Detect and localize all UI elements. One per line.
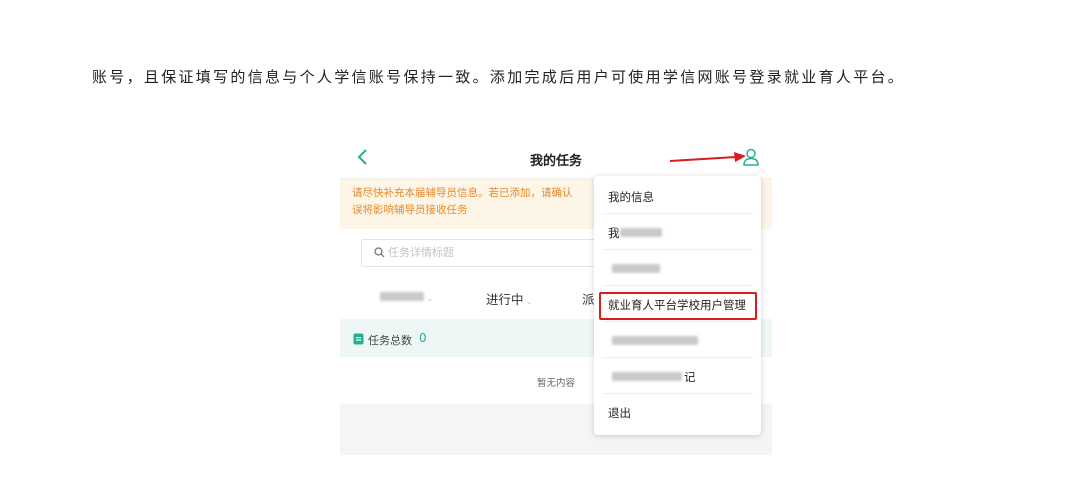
menu-item-6[interactable]: 记: [602, 358, 753, 394]
red-arrow-annotation: [669, 152, 746, 162]
menu-item-label: 记: [684, 370, 696, 384]
red-highlight-box: [599, 292, 757, 320]
menu-item-label: 我: [608, 226, 620, 240]
blurred-text: [612, 264, 660, 273]
clipboard-icon: [353, 333, 364, 345]
search-icon: [374, 247, 385, 258]
tab-label: 派: [582, 292, 595, 307]
chevron-down-icon: ⌄: [525, 297, 534, 307]
search-placeholder: 任务详情标题: [388, 246, 454, 259]
menu-item-label: 我的信息: [608, 190, 654, 204]
menu-item-my-info[interactable]: 我的信息: [602, 178, 753, 214]
total-count: 0: [419, 331, 427, 345]
menu-item-5[interactable]: [602, 322, 753, 358]
tab-in-progress[interactable]: 进行中 ⌄: [486, 289, 533, 308]
blurred-text: [612, 336, 698, 345]
total-label: 任务总数: [368, 334, 412, 347]
blurred-text: [612, 372, 682, 381]
tab-blurred[interactable]: ⌄: [380, 289, 434, 304]
menu-item-logout[interactable]: 退出: [602, 394, 753, 430]
menu-item-3[interactable]: [602, 250, 753, 286]
tab-label: 进行中: [486, 292, 524, 307]
tab-dispatched[interactable]: 派: [582, 289, 595, 308]
menu-item-2[interactable]: 我: [602, 214, 753, 250]
blurred-text: [380, 292, 424, 301]
blurred-text: [620, 228, 662, 237]
chevron-down-icon: ⌄: [426, 294, 434, 304]
document-paragraph: 账号，且保证填写的信息与个人学信账号保持一致。添加完成后用户可使用学信网账号登录…: [92, 68, 906, 86]
menu-item-label: 退出: [608, 406, 631, 420]
